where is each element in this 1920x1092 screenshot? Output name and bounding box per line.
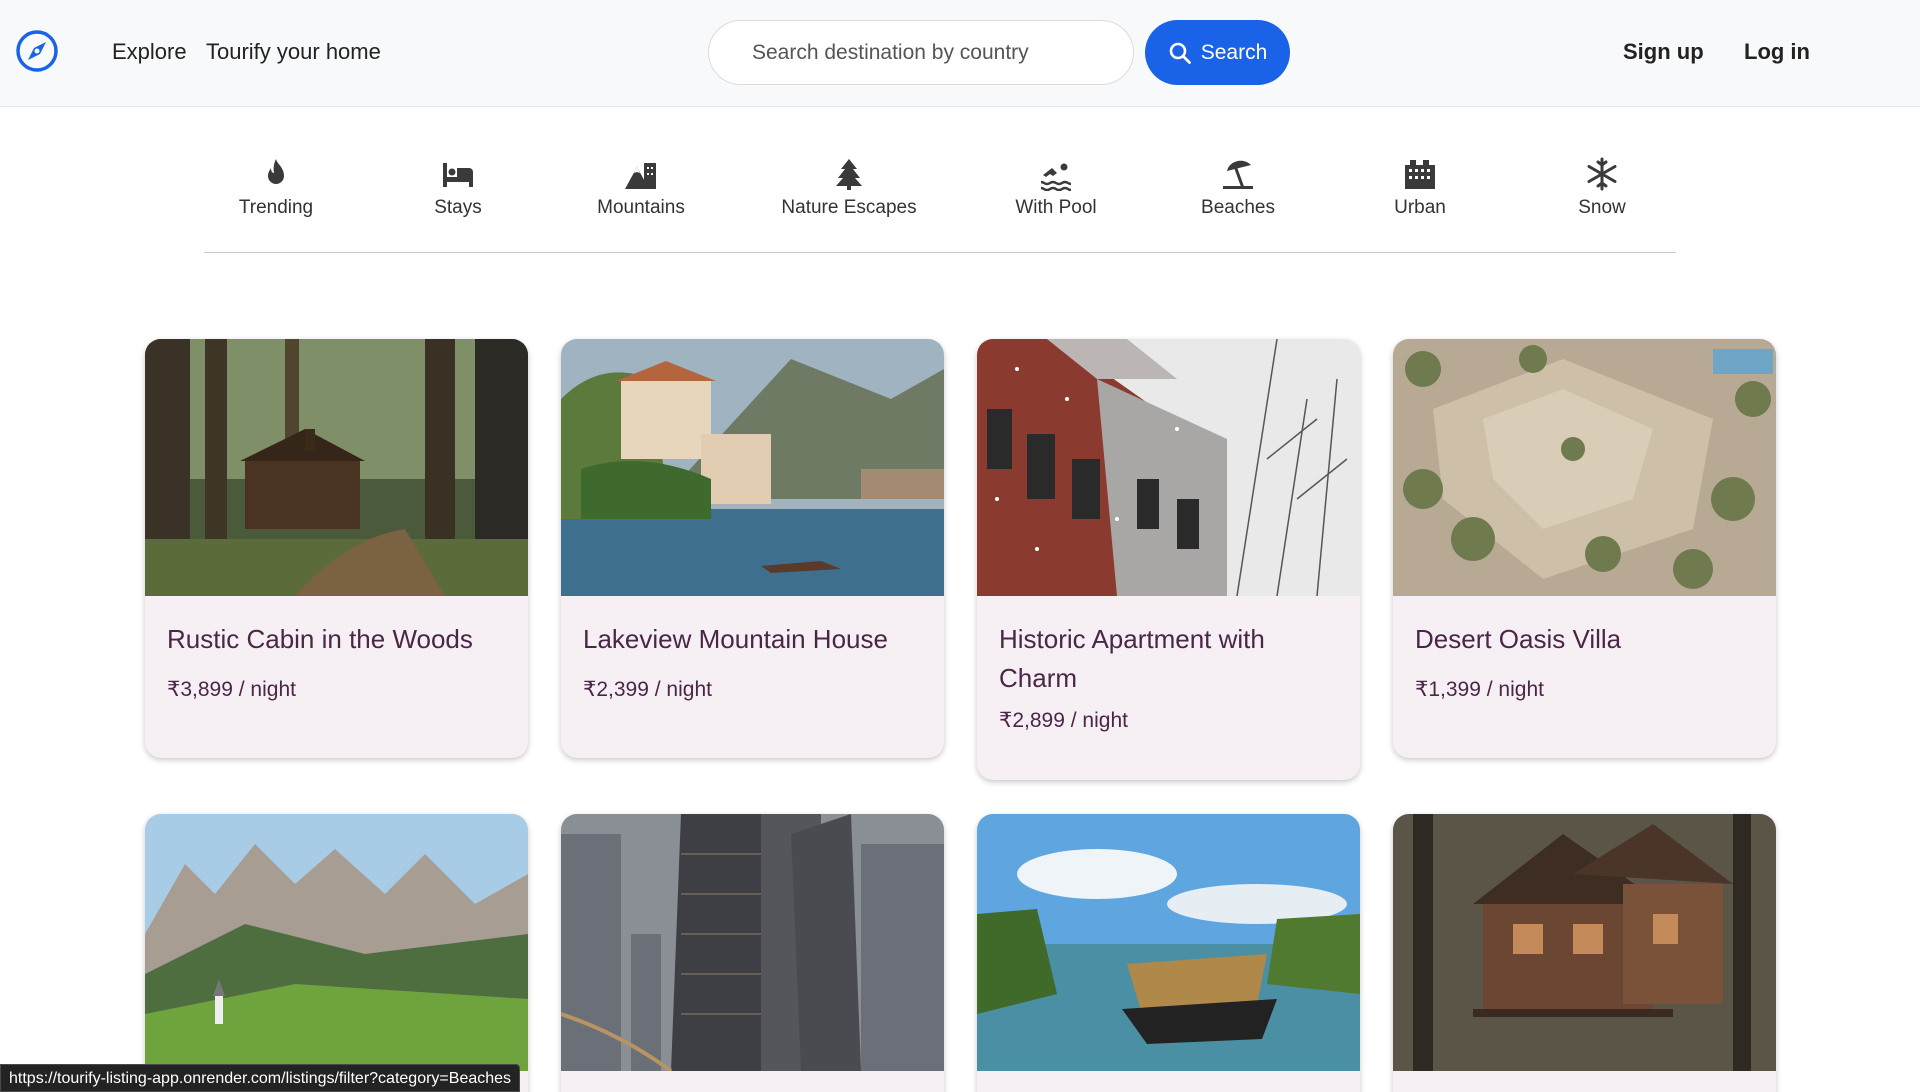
filter-label: Trending xyxy=(238,197,314,218)
listing-image-snowy-brick-building xyxy=(977,339,1360,596)
mountain-city-icon xyxy=(625,163,656,189)
listing-price: ₹2,399 / night xyxy=(583,678,712,701)
filter-label: Beaches xyxy=(1201,197,1275,218)
bed-icon xyxy=(443,163,473,187)
search-icon xyxy=(1169,42,1191,64)
listing-title: Desert Oasis Villa xyxy=(1415,624,1622,654)
listing-image-city-skyscrapers xyxy=(561,814,944,1071)
nav-tourify-home-link[interactable]: Tourify your home xyxy=(206,38,381,66)
listing-image-treehouse xyxy=(1393,814,1776,1071)
listing-card[interactable] xyxy=(1393,814,1776,1092)
swimmer-icon xyxy=(1040,163,1072,191)
nav-explore-link[interactable]: Explore xyxy=(112,38,187,66)
listing-image-lake-villa xyxy=(561,339,944,596)
listing-card[interactable]: Rustic Cabin in the Woods ₹3,899 / night xyxy=(145,339,528,758)
city-icon xyxy=(1405,160,1435,189)
filter-beaches[interactable]: Beaches xyxy=(1153,157,1323,219)
listing-title: Historic Apartment with Charm xyxy=(999,624,1265,693)
search-button-label: Search xyxy=(1200,40,1268,64)
filter-label: Snow xyxy=(1578,197,1626,218)
filter-label: Nature Escapes xyxy=(781,197,917,218)
listing-card[interactable] xyxy=(977,814,1360,1092)
search-button[interactable]: Search xyxy=(1145,20,1290,85)
listing-title: Rustic Cabin in the Woods xyxy=(167,624,473,654)
listing-image-forest-cabin xyxy=(145,339,528,596)
listing-image-alpine-meadow xyxy=(145,814,528,1071)
listing-card[interactable] xyxy=(145,814,528,1092)
listing-card[interactable] xyxy=(561,814,944,1092)
fire-icon xyxy=(268,159,284,184)
listing-title: Lakeview Mountain House xyxy=(583,624,888,654)
status-url-bar: https://tourify-listing-app.onrender.com… xyxy=(0,1064,521,1092)
filter-label: Urban xyxy=(1394,197,1446,218)
listing-card[interactable]: Historic Apartment with Charm ₹2,899 / n… xyxy=(977,339,1360,780)
category-filters: Trending Stays Mountains Nature Escapes … xyxy=(204,107,1676,253)
signup-link[interactable]: Sign up xyxy=(1623,38,1704,66)
tree-icon xyxy=(836,159,862,190)
filter-stays[interactable]: Stays xyxy=(373,157,543,219)
filter-nature-escapes[interactable]: Nature Escapes xyxy=(764,157,934,219)
listing-price: ₹2,899 / night xyxy=(999,709,1128,732)
filter-label: With Pool xyxy=(1015,197,1097,218)
login-link[interactable]: Log in xyxy=(1744,38,1810,66)
listing-image-desert-palm-villa xyxy=(1393,339,1776,596)
snowflake-icon xyxy=(1587,157,1617,191)
filter-label: Mountains xyxy=(597,197,685,218)
umbrella-beach-icon xyxy=(1223,160,1253,189)
filter-with-pool[interactable]: With Pool xyxy=(971,157,1141,219)
filter-mountains[interactable]: Mountains xyxy=(556,157,726,219)
search-input[interactable] xyxy=(708,20,1134,85)
listing-card[interactable]: Lakeview Mountain House ₹2,399 / night xyxy=(561,339,944,758)
compass-logo-icon[interactable] xyxy=(15,29,59,73)
navbar: Explore Tourify your home Search Sign up… xyxy=(0,0,1920,107)
listing-price: ₹3,899 / night xyxy=(167,678,296,701)
filter-trending[interactable]: Trending xyxy=(191,157,361,219)
listing-price: ₹1,399 / night xyxy=(1415,678,1544,701)
listing-image-houseboat-backwaters xyxy=(977,814,1360,1071)
filter-label: Stays xyxy=(434,197,482,218)
filter-urban[interactable]: Urban xyxy=(1335,157,1505,219)
filter-snow[interactable]: Snow xyxy=(1517,157,1687,219)
listing-card[interactable]: Desert Oasis Villa ₹1,399 / night xyxy=(1393,339,1776,758)
